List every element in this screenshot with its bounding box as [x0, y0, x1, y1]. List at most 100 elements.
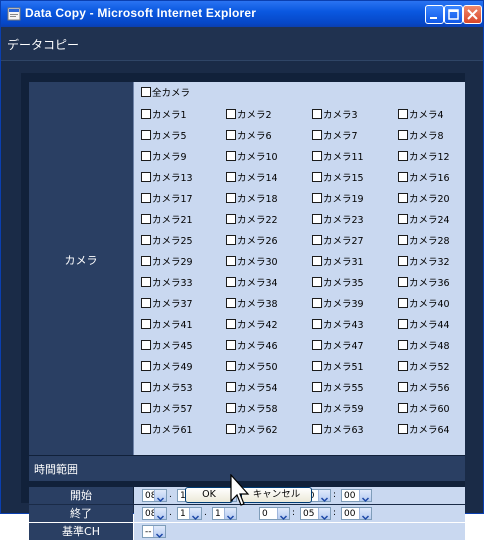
camera-checkbox-29[interactable]: [141, 256, 151, 266]
camera-checkbox-12[interactable]: [398, 151, 408, 161]
camera-checkbox-58[interactable]: [226, 403, 236, 413]
camera-checkbox-6[interactable]: [226, 130, 236, 140]
camera-checkbox-22[interactable]: [226, 214, 236, 224]
camera-checkbox-1[interactable]: [141, 109, 151, 119]
camera-checkbox-30[interactable]: [226, 256, 236, 266]
camera-checkbox-55[interactable]: [312, 382, 322, 392]
camera-label-55: カメラ55: [323, 383, 364, 394]
camera-label-17: カメラ17: [152, 194, 193, 205]
camera-label-2: カメラ2: [237, 110, 272, 121]
camera-checkbox-18[interactable]: [226, 193, 236, 203]
camera-checkbox-39[interactable]: [312, 298, 322, 308]
end-minute-value: 05: [303, 509, 315, 519]
camera-checkbox-24[interactable]: [398, 214, 408, 224]
camera-checkbox-60[interactable]: [398, 403, 408, 413]
camera-checkbox-33[interactable]: [141, 277, 151, 287]
camera-label-46: カメラ46: [237, 341, 278, 352]
camera-checkbox-21[interactable]: [141, 214, 151, 224]
camera-checkbox-53[interactable]: [141, 382, 151, 392]
maximize-button[interactable]: [444, 5, 463, 24]
camera-checkbox-48[interactable]: [398, 340, 408, 350]
camera-checkbox-17[interactable]: [141, 193, 151, 203]
title-bar[interactable]: Data Copy - Microsoft Internet Explorer: [1, 1, 483, 27]
close-icon: [467, 9, 478, 20]
time-separator: :: [333, 508, 337, 518]
camera-checkbox-4[interactable]: [398, 109, 408, 119]
camera-checkbox-13[interactable]: [141, 172, 151, 182]
ok-button[interactable]: OK: [185, 487, 233, 503]
camera-checkbox-2[interactable]: [226, 109, 236, 119]
camera-checkbox-56[interactable]: [398, 382, 408, 392]
start-year-select[interactable]: 08: [142, 489, 167, 503]
camera-checkbox-43[interactable]: [312, 319, 322, 329]
camera-label-45: カメラ45: [152, 341, 193, 352]
camera-checkbox-64[interactable]: [398, 424, 408, 434]
camera-label-5: カメラ5: [152, 131, 187, 142]
camera-checkbox-10[interactable]: [226, 151, 236, 161]
camera-checkbox-52[interactable]: [398, 361, 408, 371]
camera-checkbox-38[interactable]: [226, 298, 236, 308]
camera-label-64: カメラ64: [409, 425, 450, 436]
date-separator: .: [169, 490, 172, 500]
camera-checkbox-45[interactable]: [141, 340, 151, 350]
camera-checkbox-3[interactable]: [312, 109, 322, 119]
maximize-icon: [448, 9, 459, 20]
camera-checkbox-16[interactable]: [398, 172, 408, 182]
camera-checkbox-54[interactable]: [226, 382, 236, 392]
base-ch-select[interactable]: --: [142, 525, 166, 539]
camera-label-7: カメラ7: [323, 131, 358, 142]
camera-checkbox-5[interactable]: [141, 130, 151, 140]
camera-checkbox-27[interactable]: [312, 235, 322, 245]
camera-checkbox-35[interactable]: [312, 277, 322, 287]
end-hour-value: 0: [262, 509, 268, 519]
camera-checkbox-37[interactable]: [141, 298, 151, 308]
camera-checkbox-20[interactable]: [398, 193, 408, 203]
time-separator: :: [333, 490, 337, 500]
camera-checkbox-61[interactable]: [141, 424, 151, 434]
camera-checkbox-57[interactable]: [141, 403, 151, 413]
camera-label-62: カメラ62: [237, 425, 278, 436]
camera-checkbox-34[interactable]: [226, 277, 236, 287]
camera-checkbox-26[interactable]: [226, 235, 236, 245]
camera-checkbox-59[interactable]: [312, 403, 322, 413]
camera-label-32: カメラ32: [409, 257, 450, 268]
camera-label-47: カメラ47: [323, 341, 364, 352]
camera-checkbox-41[interactable]: [141, 319, 151, 329]
camera-checkbox-31[interactable]: [312, 256, 322, 266]
camera-checkbox-50[interactable]: [226, 361, 236, 371]
camera-checkbox-11[interactable]: [312, 151, 322, 161]
camera-checkbox-44[interactable]: [398, 319, 408, 329]
camera-checkbox-47[interactable]: [312, 340, 322, 350]
camera-label-8: カメラ8: [409, 131, 444, 142]
camera-label-23: カメラ23: [323, 215, 364, 226]
camera-checkbox-15[interactable]: [312, 172, 322, 182]
camera-checkbox-46[interactable]: [226, 340, 236, 350]
camera-checkbox-19[interactable]: [312, 193, 322, 203]
chevron-down-icon: [154, 490, 166, 503]
camera-checkbox-49[interactable]: [141, 361, 151, 371]
camera-checkbox-8[interactable]: [398, 130, 408, 140]
camera-checkbox-9[interactable]: [141, 151, 151, 161]
camera-label-53: カメラ53: [152, 383, 193, 394]
camera-checkbox-62[interactable]: [226, 424, 236, 434]
camera-checkbox-42[interactable]: [226, 319, 236, 329]
cancel-button[interactable]: キャンセル: [241, 487, 312, 503]
start-second-select[interactable]: 00: [341, 489, 372, 503]
all-cameras-checkbox[interactable]: [141, 87, 151, 97]
camera-checkbox-7[interactable]: [312, 130, 322, 140]
camera-checkbox-14[interactable]: [226, 172, 236, 182]
camera-checkbox-28[interactable]: [398, 235, 408, 245]
minimize-button[interactable]: [425, 5, 444, 24]
camera-checkbox-63[interactable]: [312, 424, 322, 434]
camera-checkbox-36[interactable]: [398, 277, 408, 287]
camera-label-9: カメラ9: [152, 152, 187, 163]
camera-label-39: カメラ39: [323, 299, 364, 310]
camera-checkbox-32[interactable]: [398, 256, 408, 266]
camera-checkbox-40[interactable]: [398, 298, 408, 308]
camera-checkbox-25[interactable]: [141, 235, 151, 245]
camera-checkbox-23[interactable]: [312, 214, 322, 224]
camera-checkbox-51[interactable]: [312, 361, 322, 371]
close-button[interactable]: [463, 5, 482, 24]
camera-label-13: カメラ13: [152, 173, 193, 184]
camera-label-28: カメラ28: [409, 236, 450, 247]
